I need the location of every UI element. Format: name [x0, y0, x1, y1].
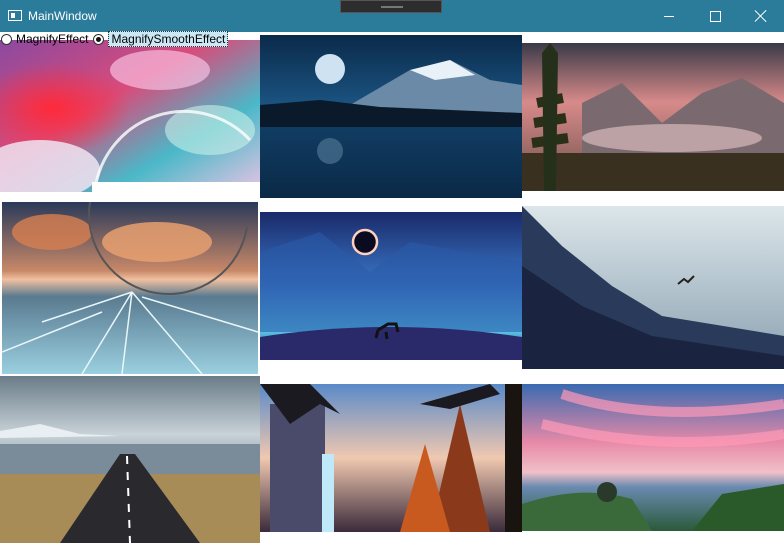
- frozen-lake-sunset-image[interactable]: [2, 202, 258, 374]
- close-icon: [755, 10, 767, 22]
- radio-button-icon: [93, 33, 105, 45]
- window-title: MainWindow: [28, 9, 97, 23]
- effect-selector: MagnifyEffect MagnifySmoothEffect: [0, 31, 232, 47]
- forest-waterfall-image[interactable]: [260, 384, 522, 532]
- mountain-sunset-forest-image[interactable]: [522, 43, 784, 191]
- drag-handle[interactable]: [340, 0, 442, 13]
- radio-magnify-effect[interactable]: MagnifyEffect: [0, 32, 92, 46]
- radio-label: MagnifySmoothEffect: [108, 31, 229, 47]
- title-bar[interactable]: MainWindow: [0, 0, 784, 32]
- minimize-button[interactable]: [646, 0, 692, 32]
- maximize-button[interactable]: [692, 0, 738, 32]
- minimize-icon: [664, 15, 674, 17]
- window-app-icon: [8, 10, 22, 21]
- close-button[interactable]: [738, 0, 784, 32]
- radio-button-icon: [1, 33, 12, 45]
- misty-mountain-bird-image[interactable]: [522, 206, 784, 369]
- pink-sky-coast-image[interactable]: [522, 384, 784, 531]
- radio-label: MagnifyEffect: [16, 32, 89, 46]
- eclipse-deer-image[interactable]: [260, 212, 522, 360]
- coastal-road-image[interactable]: [0, 376, 260, 543]
- cosmic-clouds-image[interactable]: [0, 40, 260, 192]
- maximize-icon: [709, 10, 721, 22]
- moon-over-lake-image[interactable]: [260, 35, 522, 198]
- radio-magnify-smooth-effect[interactable]: MagnifySmoothEffect: [92, 31, 232, 47]
